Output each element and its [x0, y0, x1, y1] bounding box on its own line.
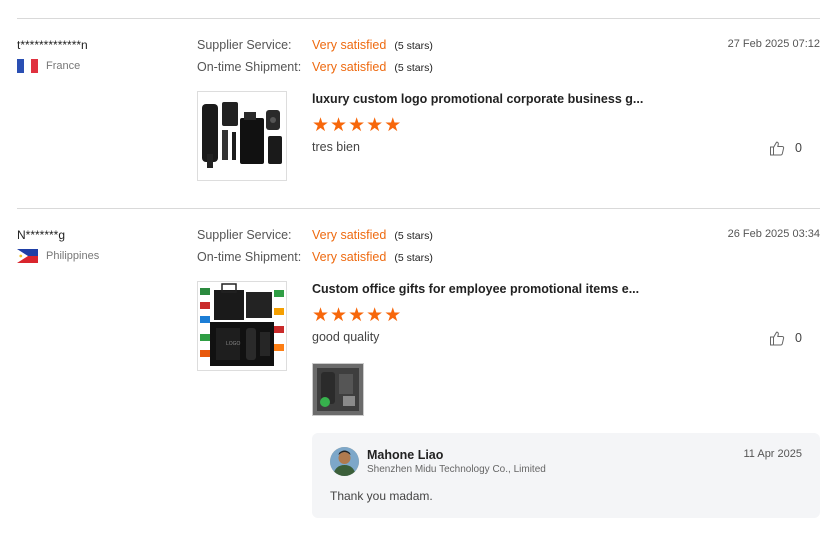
- avatar: [330, 447, 359, 476]
- reviewer-country: Philippines: [17, 249, 99, 263]
- review-comment: good quality: [312, 330, 380, 344]
- like-count: 0: [795, 141, 802, 155]
- star-icon: ★: [384, 115, 402, 136]
- rating-stars-text: (5 stars): [394, 230, 433, 242]
- reviewer-name: N*******g: [17, 228, 66, 242]
- rating-supplier-service: Supplier Service: Very satisfied (5 star…: [197, 228, 433, 242]
- rating-stars-text: (5 stars): [394, 252, 433, 264]
- star-rating: ★ ★ ★ ★ ★: [312, 305, 402, 326]
- product-image: LOGO: [198, 282, 286, 370]
- star-icon: ★: [366, 115, 384, 136]
- star-icon: ★: [312, 115, 330, 136]
- product-thumbnail[interactable]: LOGO: [197, 281, 287, 371]
- review-comment: tres bien: [312, 140, 360, 154]
- star-icon: ★: [366, 305, 384, 326]
- supplier-reply: Mahone Liao Shenzhen Midu Technology Co.…: [312, 433, 820, 518]
- country-name: France: [46, 60, 81, 72]
- rating-supplier-service: Supplier Service: Very satisfied (5 star…: [197, 38, 433, 52]
- review-photo[interactable]: [312, 363, 364, 416]
- country-name: Philippines: [46, 250, 100, 262]
- rating-label: On-time Shipment:: [197, 250, 302, 264]
- rating-shipment: On-time Shipment: Very satisfied (5 star…: [197, 250, 433, 264]
- thumbs-up-icon: [770, 331, 785, 346]
- reply-date: 11 Apr 2025: [743, 448, 802, 460]
- reviewer-name: t*************n: [17, 38, 88, 52]
- star-icon: ★: [348, 115, 366, 136]
- like-button[interactable]: 0: [769, 140, 802, 156]
- rating-value: Very satisfied: [312, 250, 387, 264]
- review-divider: [17, 208, 820, 209]
- review-divider: [17, 18, 820, 19]
- reply-text: Thank you madam.: [330, 489, 433, 503]
- star-icon: ★: [348, 305, 366, 326]
- star-icon: ★: [330, 305, 348, 326]
- product-image: [198, 92, 286, 180]
- reviewer-country: France: [17, 59, 80, 73]
- product-title[interactable]: luxury custom logo promotional corporate…: [312, 92, 643, 106]
- rating-label: On-time Shipment:: [197, 60, 302, 74]
- rating-label: Supplier Service:: [197, 38, 292, 52]
- star-icon: ★: [330, 115, 348, 136]
- like-count: 0: [795, 331, 802, 345]
- review-date: 27 Feb 2025 07:12: [727, 38, 820, 50]
- like-button[interactable]: 0: [769, 330, 802, 346]
- reply-author-name: Mahone Liao: [367, 448, 444, 462]
- product-thumbnail[interactable]: [197, 91, 287, 181]
- star-icon: ★: [312, 305, 330, 326]
- rating-value: Very satisfied: [312, 60, 387, 74]
- rating-value: Very satisfied: [312, 38, 387, 52]
- thumbs-up-icon: [770, 141, 785, 156]
- rating-stars-text: (5 stars): [394, 62, 433, 74]
- france-flag-icon: [17, 59, 38, 73]
- rating-shipment: On-time Shipment: Very satisfied (5 star…: [197, 60, 433, 74]
- rating-label: Supplier Service:: [197, 228, 292, 242]
- philippines-flag-icon: [17, 249, 38, 263]
- star-rating: ★ ★ ★ ★ ★: [312, 115, 402, 136]
- rating-value: Very satisfied: [312, 228, 387, 242]
- review-date: 26 Feb 2025 03:34: [727, 228, 820, 240]
- star-icon: ★: [384, 305, 402, 326]
- svg-text:LOGO: LOGO: [226, 341, 241, 347]
- avatar-image: [330, 447, 359, 476]
- rating-stars-text: (5 stars): [394, 40, 433, 52]
- product-title[interactable]: Custom office gifts for employee promoti…: [312, 282, 639, 296]
- reply-company: Shenzhen Midu Technology Co., Limited: [367, 464, 546, 475]
- review-photo-image: [313, 364, 363, 415]
